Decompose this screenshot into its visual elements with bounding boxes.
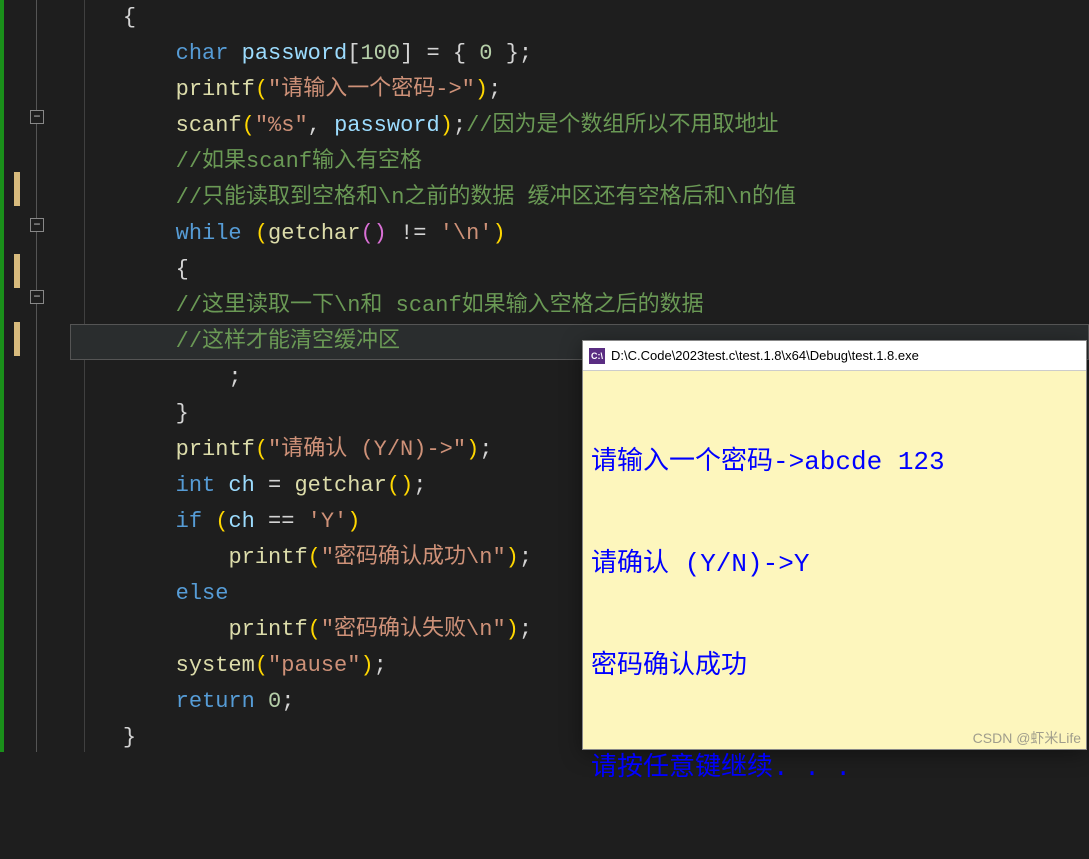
code-line: { xyxy=(70,0,1089,36)
fold-toggle-icon[interactable]: − xyxy=(30,110,44,124)
paren: ) xyxy=(493,221,506,246)
identifier: ch xyxy=(215,473,255,498)
paren: ) xyxy=(360,653,373,678)
paren: ) xyxy=(475,77,488,102)
identifier: password xyxy=(334,113,440,138)
console-title: D:\C.Code\2023test.c\test.1.8\x64\Debug\… xyxy=(611,348,919,363)
console-line: 请输入一个密码->abcde 123 xyxy=(591,445,1078,479)
brace: } xyxy=(123,725,136,750)
operator: == xyxy=(255,509,308,534)
string: "pause" xyxy=(268,653,360,678)
brace: { xyxy=(176,257,189,282)
punct: ] = { xyxy=(400,41,479,66)
paren: ( xyxy=(215,509,228,534)
console-window[interactable]: C:\ D:\C.Code\2023test.c\test.1.8\x64\De… xyxy=(582,340,1087,750)
punct: ; xyxy=(176,365,242,390)
string: "请输入一个密码->" xyxy=(268,77,475,102)
paren: () xyxy=(360,221,386,246)
paren: ( xyxy=(308,617,321,642)
keyword: int xyxy=(176,473,216,498)
code-line: { xyxy=(70,252,1089,288)
operator: = xyxy=(255,473,295,498)
change-marker xyxy=(14,322,20,356)
paren: () xyxy=(387,473,413,498)
string: "%s" xyxy=(255,113,308,138)
comment: //因为是个数组所以不用取地址 xyxy=(466,113,778,138)
punct: ; xyxy=(374,653,387,678)
number: 0 xyxy=(479,41,492,66)
paren: ( xyxy=(255,221,268,246)
string: "密码确认失败\n" xyxy=(321,617,506,642)
keyword: char xyxy=(176,41,229,66)
editor-gutter: − − − xyxy=(0,0,70,752)
function-call: scanf xyxy=(176,113,242,138)
paren: ( xyxy=(255,437,268,462)
comment: //只能读取到空格和\n之前的数据 缓冲区还有空格后和\n的值 xyxy=(176,185,796,210)
keyword: while xyxy=(176,221,242,246)
operator: != xyxy=(387,221,440,246)
punct: ; xyxy=(453,113,466,138)
paren: ( xyxy=(308,545,321,570)
code-line: //如果scanf输入有空格 xyxy=(70,144,1089,180)
identifier: password xyxy=(228,41,347,66)
console-output: 请输入一个密码->abcde 123 请确认 (Y/N)->Y 密码确认成功 请… xyxy=(583,371,1086,859)
brace: } xyxy=(176,401,189,426)
brace: { xyxy=(123,5,136,30)
paren: ) xyxy=(466,437,479,462)
number: 100 xyxy=(360,41,400,66)
string: "密码确认成功\n" xyxy=(321,545,506,570)
function-call: getchar xyxy=(294,473,386,498)
function-call: printf xyxy=(176,77,255,102)
comment: //如果scanf输入有空格 xyxy=(176,149,422,174)
punct: ; xyxy=(479,437,492,462)
keyword: else xyxy=(176,581,229,606)
watermark: CSDN @虾米Life xyxy=(973,728,1081,748)
string: "请确认 (Y/N)->" xyxy=(268,437,466,462)
punct: , xyxy=(308,113,334,138)
keyword: return xyxy=(176,689,255,714)
console-line: 请确认 (Y/N)->Y xyxy=(591,547,1078,581)
function-call: printf xyxy=(228,617,307,642)
punct: [ xyxy=(347,41,360,66)
gutter-change-bar xyxy=(0,0,4,752)
string: '\n' xyxy=(440,221,493,246)
paren: ( xyxy=(255,77,268,102)
code-line: printf("请输入一个密码->"); xyxy=(70,72,1089,108)
punct: ; xyxy=(519,545,532,570)
paren: ( xyxy=(242,113,255,138)
number: 0 xyxy=(268,689,281,714)
change-marker xyxy=(14,254,20,288)
console-line: 请按任意键继续. . . xyxy=(591,751,1078,785)
punct: ; xyxy=(488,77,501,102)
paren: ) xyxy=(440,113,453,138)
punct: }; xyxy=(493,41,533,66)
function-call: printf xyxy=(228,545,307,570)
paren: ) xyxy=(347,509,360,534)
paren: ) xyxy=(506,617,519,642)
comment: //这里读取一下\n和 scanf如果输入空格之后的数据 xyxy=(176,293,704,318)
console-line: 密码确认成功 xyxy=(591,649,1078,683)
paren: ( xyxy=(255,653,268,678)
punct: ; xyxy=(281,689,294,714)
fold-toggle-icon[interactable]: − xyxy=(30,218,44,232)
code-line: while (getchar() != '\n') xyxy=(70,216,1089,252)
string: 'Y' xyxy=(308,509,348,534)
function-call: printf xyxy=(176,437,255,462)
fold-toggle-icon[interactable]: − xyxy=(30,290,44,304)
change-marker xyxy=(14,172,20,206)
function-call: getchar xyxy=(268,221,360,246)
punct: ; xyxy=(413,473,426,498)
code-line: scanf("%s", password);//因为是个数组所以不用取地址 xyxy=(70,108,1089,144)
function-call: system xyxy=(176,653,255,678)
paren: ) xyxy=(506,545,519,570)
punct: ; xyxy=(519,617,532,642)
console-titlebar[interactable]: C:\ D:\C.Code\2023test.c\test.1.8\x64\De… xyxy=(583,341,1086,371)
identifier: ch xyxy=(228,509,254,534)
keyword: if xyxy=(176,509,202,534)
console-app-icon: C:\ xyxy=(589,348,605,364)
code-line: char password[100] = { 0 }; xyxy=(70,36,1089,72)
comment: //这样才能清空缓冲区 xyxy=(176,329,400,354)
code-line: //这里读取一下\n和 scanf如果输入空格之后的数据 xyxy=(70,288,1089,324)
code-line: //只能读取到空格和\n之前的数据 缓冲区还有空格后和\n的值 xyxy=(70,180,1089,216)
